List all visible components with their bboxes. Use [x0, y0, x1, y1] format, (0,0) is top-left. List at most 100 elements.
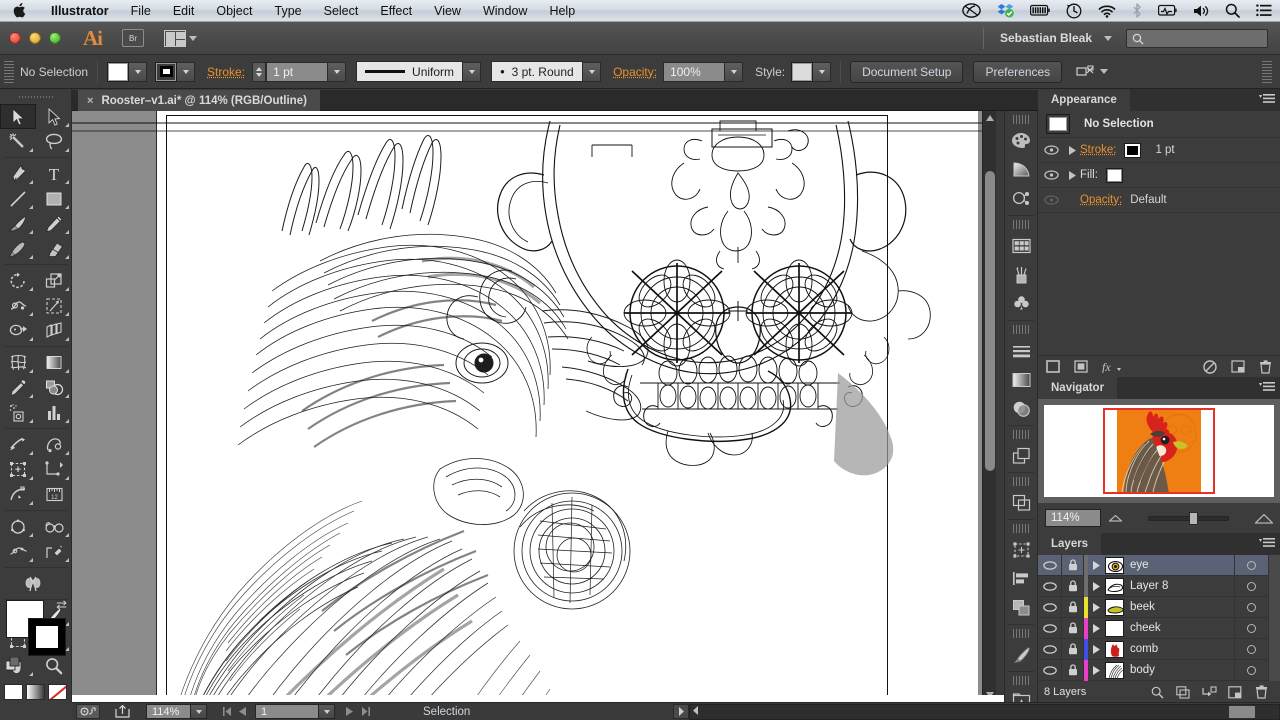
brush-definition-icon[interactable]	[1005, 640, 1037, 669]
glasses-tool[interactable]	[36, 514, 72, 539]
menu-window[interactable]: Window	[472, 0, 538, 22]
brush-definition-dropdown[interactable]	[583, 62, 601, 82]
visibility-eye-icon[interactable]	[1038, 145, 1064, 155]
lock-toggle-icon[interactable]	[1062, 576, 1084, 597]
menu-edit[interactable]: Edit	[162, 0, 206, 22]
perspective-grid-tool[interactable]	[36, 318, 72, 343]
symbols-panel-icon[interactable]	[1005, 184, 1037, 213]
menu-file[interactable]: File	[120, 0, 162, 22]
layer-name[interactable]: eye	[1130, 559, 1234, 571]
apple-icon[interactable]	[0, 3, 40, 19]
status-menu-button[interactable]	[673, 704, 689, 719]
layer-row-beek[interactable]: beek	[1038, 597, 1280, 618]
opacity-row-value[interactable]: Default	[1130, 194, 1166, 206]
delete-item-icon[interactable]	[1259, 360, 1272, 374]
transform-panel-icon[interactable]	[1005, 535, 1037, 564]
chevron-down-icon[interactable]	[1100, 69, 1108, 74]
tab-layers[interactable]: Layers	[1038, 533, 1101, 555]
navigator-thumbnail[interactable]	[1103, 408, 1215, 494]
dropbox-icon[interactable]	[989, 0, 1022, 22]
lasso-tool[interactable]	[36, 129, 72, 154]
activity-monitor-icon[interactable]	[1150, 0, 1185, 22]
close-icon[interactable]: ×	[87, 95, 93, 107]
opacity-dropdown[interactable]	[725, 62, 743, 82]
dock-grip[interactable]	[1013, 220, 1029, 229]
stroke-panel-icon[interactable]	[1005, 336, 1037, 365]
dock-grip[interactable]	[1013, 676, 1029, 685]
canvas-viewport[interactable]	[72, 111, 982, 702]
menu-object[interactable]: Object	[205, 0, 263, 22]
lock-toggle-icon[interactable]	[1062, 618, 1084, 639]
add-new-fill-icon[interactable]	[1074, 360, 1088, 373]
scroll-left-arrow[interactable]	[692, 706, 699, 715]
notification-center-icon[interactable]	[1248, 0, 1280, 22]
appearance-row-stroke[interactable]: Stroke: 1 pt	[1038, 138, 1280, 163]
gradient-panel-icon[interactable]	[1005, 365, 1037, 394]
chevron-right-icon[interactable]	[1088, 603, 1105, 612]
lock-toggle-icon[interactable]	[1062, 597, 1084, 618]
chevron-right-icon[interactable]	[1088, 561, 1105, 570]
control-bar-grip[interactable]	[4, 61, 14, 83]
stroke-profile-select[interactable]: Uniform	[356, 61, 463, 82]
time-machine-icon[interactable]	[1058, 0, 1090, 22]
canvas-area[interactable]	[72, 111, 996, 702]
paintbrush-tool[interactable]	[0, 211, 36, 236]
stroke-swatch[interactable]	[155, 62, 177, 82]
column-graph-tool[interactable]	[36, 400, 72, 425]
target-indicator[interactable]	[1234, 597, 1268, 618]
pathfinder-panel-icon[interactable]	[1005, 593, 1037, 622]
graphic-style-control[interactable]	[791, 62, 831, 82]
chevron-right-icon[interactable]	[1088, 666, 1105, 675]
duplicate-item-icon[interactable]	[1231, 360, 1245, 373]
visibility-eye-icon[interactable]	[1038, 618, 1062, 639]
stroke-dropdown-button[interactable]	[177, 62, 195, 82]
layer-name[interactable]: beek	[1130, 601, 1234, 613]
shape-builder-tool[interactable]	[0, 318, 36, 343]
pen-tool[interactable]	[0, 161, 36, 186]
magic-eraser-tool[interactable]	[36, 539, 72, 564]
opacity-row-label[interactable]: Opacity:	[1080, 194, 1122, 206]
battery-icon[interactable]	[1022, 0, 1058, 22]
delete-layer-icon[interactable]	[1248, 685, 1274, 699]
visibility-eye-icon[interactable]	[1038, 576, 1062, 597]
stroke-weight-stepper[interactable]	[252, 62, 266, 82]
artboard-tool[interactable]	[0, 432, 36, 457]
make-clipping-mask-icon[interactable]	[1170, 686, 1196, 699]
appearance-row-fill[interactable]: Fill:	[1038, 163, 1280, 188]
menu-select[interactable]: Select	[313, 0, 370, 22]
dock-grip[interactable]	[1013, 524, 1029, 533]
minimize-window-button[interactable]	[29, 32, 41, 44]
menu-illustrator[interactable]: Illustrator	[40, 0, 120, 22]
stroke-weight-field[interactable]: 1 pt	[266, 62, 328, 82]
style-swatch[interactable]	[791, 62, 813, 82]
panel-menu-icon[interactable]	[1259, 537, 1275, 550]
help-search-input[interactable]	[1126, 29, 1268, 48]
magic-wand-tool[interactable]	[0, 129, 36, 154]
stroke-row-swatch[interactable]	[1124, 143, 1141, 158]
layer-name[interactable]: cheek	[1130, 622, 1234, 634]
slice-tool[interactable]	[36, 432, 72, 457]
visibility-eye-icon[interactable]	[1038, 597, 1062, 618]
color-panel-icon[interactable]	[1005, 126, 1037, 155]
dock-grip[interactable]	[1013, 629, 1029, 638]
visibility-eye-icon[interactable]	[1038, 170, 1064, 180]
zoom-slider-knob[interactable]	[1189, 512, 1198, 525]
gradient-fill-button[interactable]	[26, 684, 45, 700]
visibility-eye-icon[interactable]	[1038, 639, 1062, 660]
navigator-zoom-field[interactable]: 114%	[1045, 509, 1101, 527]
target-indicator[interactable]	[1234, 576, 1268, 597]
target-indicator[interactable]	[1234, 555, 1268, 576]
type-tool[interactable]: T	[36, 161, 72, 186]
stroke-profile-dropdown[interactable]	[463, 62, 481, 82]
zoom-in-icon[interactable]	[1255, 513, 1273, 524]
color-fill-button[interactable]	[4, 684, 23, 700]
menu-help[interactable]: Help	[538, 0, 586, 22]
chevron-right-icon[interactable]	[1088, 645, 1105, 654]
shape-circle-tool[interactable]	[0, 514, 36, 539]
spotlight-search-icon[interactable]	[1217, 0, 1248, 22]
scale-tool[interactable]	[36, 268, 72, 293]
rectangle-tool[interactable]	[36, 186, 72, 211]
layer-row-cheek[interactable]: cheek	[1038, 618, 1280, 639]
preferences-button[interactable]: Preferences	[973, 61, 1062, 83]
first-page-icon[interactable]	[219, 707, 235, 716]
